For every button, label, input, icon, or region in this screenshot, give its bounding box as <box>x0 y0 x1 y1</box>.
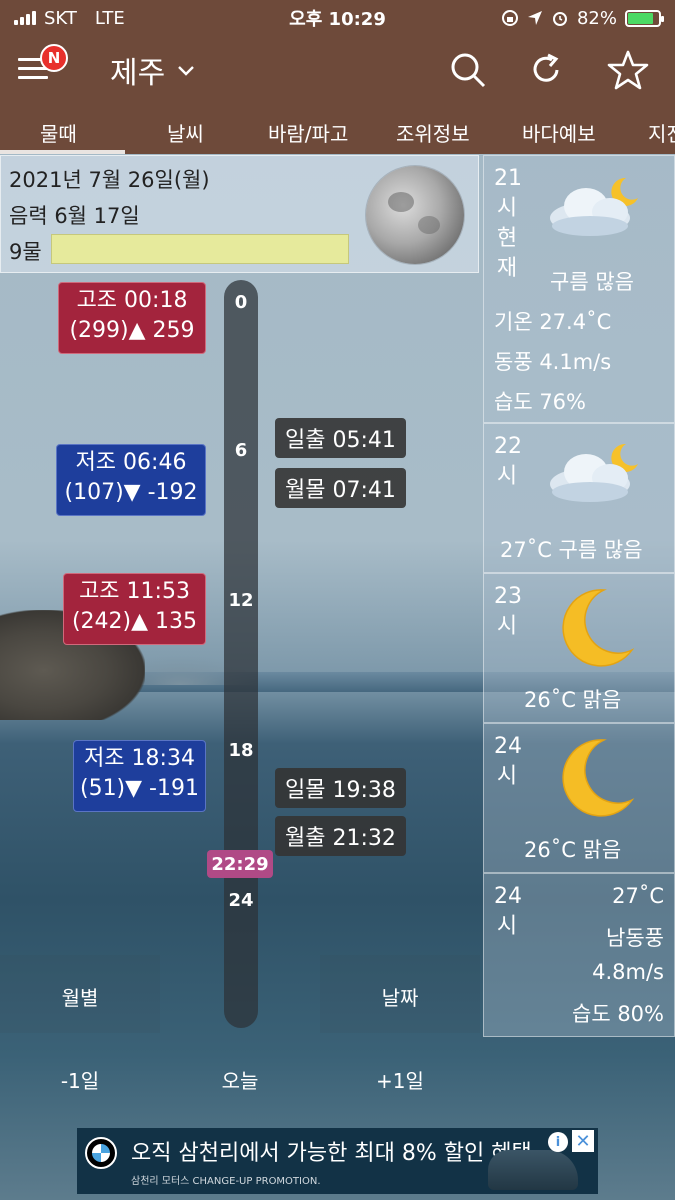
weather-hour: 23 시 <box>494 584 522 639</box>
moon-icon <box>562 739 635 817</box>
weather-detail-wind-speed: 4.8m/s <box>592 960 664 984</box>
weather-condition: 구름 많음 <box>550 270 634 294</box>
hour-label-6: 6 <box>234 440 248 461</box>
tide-height: (242)▲ 135 <box>71 609 198 634</box>
tide-time: 고조 00:18 <box>76 288 188 313</box>
ad-subtext: 삼천리 모터스 CHANGE-UP PROMOTION. <box>131 1176 321 1187</box>
solar-date: 2021년 7월 26일(월) <box>9 168 210 192</box>
cloud-moon-icon <box>550 443 638 502</box>
cloud-moon-icon <box>550 177 638 236</box>
next-day-button[interactable]: +1일 <box>320 1065 480 1094</box>
hour-label-24: 24 <box>228 890 254 911</box>
tab-marine-forecast[interactable]: 바다예보 <box>522 118 596 147</box>
tab-tide[interactable]: 물때 <box>40 118 77 147</box>
weather-hour: 21 시 현 재 <box>494 166 522 281</box>
today-button[interactable]: 오늘 <box>160 1065 320 1094</box>
tab-earthquake[interactable]: 지진 <box>648 118 675 147</box>
ad-banner[interactable]: 오직 삼천리에서 가능한 최대 8% 할인 혜택 삼천리 모터스 CHANGE-… <box>77 1128 598 1194</box>
tide-timeline: 0 6 12 18 24 <box>224 280 258 1028</box>
weather-humidity: 습도 76% <box>494 390 586 414</box>
sunrise-event: 일출 05:41 <box>275 418 406 458</box>
weather-forecast-22: 22 시 27˚C 구름 많음 <box>483 423 675 573</box>
monthly-button[interactable]: 월별 <box>0 982 160 1011</box>
tide-card-high-1: 고조 00:18 (299)▲ 259 <box>58 282 206 354</box>
weather-temperature: 기온 27.4˚C <box>494 310 612 334</box>
weather-detail-humidity: 습도 80% <box>572 1002 664 1026</box>
tab-tide-info[interactable]: 조위정보 <box>396 118 470 147</box>
prev-day-button[interactable]: -1일 <box>0 1065 160 1094</box>
tide-card-low-2: 저조 18:34 (51)▼ -191 <box>73 740 206 812</box>
ad-info-icon[interactable]: i <box>548 1132 568 1152</box>
hour-label-18: 18 <box>228 740 254 761</box>
favorite-star-icon[interactable] <box>606 48 650 92</box>
weather-detail-24: 24 시 27˚C 남동풍 4.8m/s 습도 80% <box>483 873 675 1037</box>
weather-hour: 22 시 <box>494 434 522 489</box>
weather-column: 21 시 현 재 구름 많음 기온 27.4˚C 동풍 4.1m/s 습도 76… <box>483 155 675 1037</box>
weather-hour: 24 시 <box>494 734 522 789</box>
tide-time: 저조 18:34 <box>84 746 195 771</box>
lunar-date: 음력 6월 17일 <box>9 204 140 228</box>
tab-bar: 물때 날씨 바람/파고 조위정보 바다예보 지진 <box>0 104 675 154</box>
weather-summary: 26˚C 맑음 <box>524 838 622 862</box>
battery-icon <box>625 9 664 27</box>
moon-phase-icon <box>366 166 464 264</box>
weather-summary: 27˚C 구름 많음 <box>500 538 643 562</box>
tide-card-low-1: 저조 06:46 (107)▼ -192 <box>56 444 206 516</box>
weather-detail-temp: 27˚C <box>612 884 664 908</box>
location-selector[interactable]: 제주 <box>110 48 195 92</box>
weather-forecast-24: 24 시 26˚C 맑음 <box>483 723 675 873</box>
current-time-marker: 22:29 <box>207 850 273 878</box>
status-bar: SKT LTE 오후 10:29 82% <box>0 0 675 36</box>
alarm-icon <box>552 12 567 26</box>
location-arrow-icon <box>527 11 542 25</box>
weather-summary: 26˚C 맑음 <box>524 688 622 712</box>
tide-height: (51)▼ -191 <box>79 776 199 801</box>
weather-wind: 동풍 4.1m/s <box>494 350 612 374</box>
weather-current-panel: 21 시 현 재 구름 많음 기온 27.4˚C 동풍 4.1m/s 습도 76… <box>483 155 675 423</box>
search-icon[interactable] <box>448 50 488 90</box>
ad-headline: 오직 삼천리에서 가능한 최대 8% 할인 혜택 <box>131 1141 532 1166</box>
active-tab-indicator <box>0 150 125 154</box>
date-picker-button[interactable]: 날짜 <box>320 982 480 1011</box>
bmw-logo-icon <box>85 1137 117 1169</box>
moonrise-event: 월출 21:32 <box>275 816 406 856</box>
tide-height: (107)▼ -192 <box>64 480 198 505</box>
notification-badge: N <box>40 44 68 72</box>
ad-close-icon[interactable]: ✕ <box>572 1130 594 1152</box>
sunset-event: 일몰 19:38 <box>275 768 406 808</box>
chevron-down-icon <box>177 58 195 82</box>
signal-icon <box>14 11 36 25</box>
refresh-icon[interactable] <box>526 50 566 90</box>
tab-weather[interactable]: 날씨 <box>167 118 204 147</box>
tide-height: (299)▲ 259 <box>69 318 195 343</box>
moonset-event: 월몰 07:41 <box>275 468 406 508</box>
tide-phase: 9물 <box>9 240 42 264</box>
car-image <box>488 1150 578 1190</box>
network-label: LTE <box>94 7 125 29</box>
tide-time: 저조 06:46 <box>75 450 187 475</box>
tide-phase-bar <box>51 234 349 264</box>
weather-hour: 24 시 <box>494 884 522 939</box>
weather-forecast-23: 23 시 26˚C 맑음 <box>483 573 675 723</box>
hour-label-12: 12 <box>228 590 254 611</box>
app-header: N 제주 <box>0 36 675 104</box>
hour-label-0: 0 <box>234 292 248 313</box>
tide-time: 고조 11:53 <box>79 579 190 604</box>
tide-card-high-2: 고조 11:53 (242)▲ 135 <box>63 573 206 645</box>
moon-icon <box>562 589 635 667</box>
weather-detail-wind-direction: 남동풍 <box>606 926 664 950</box>
battery-percent: 82% <box>576 7 617 29</box>
location-name: 제주 <box>110 56 166 91</box>
tab-wind-wave[interactable]: 바람/파고 <box>268 118 348 147</box>
carrier-label: SKT <box>44 7 77 29</box>
lock-rotation-icon <box>501 10 518 26</box>
